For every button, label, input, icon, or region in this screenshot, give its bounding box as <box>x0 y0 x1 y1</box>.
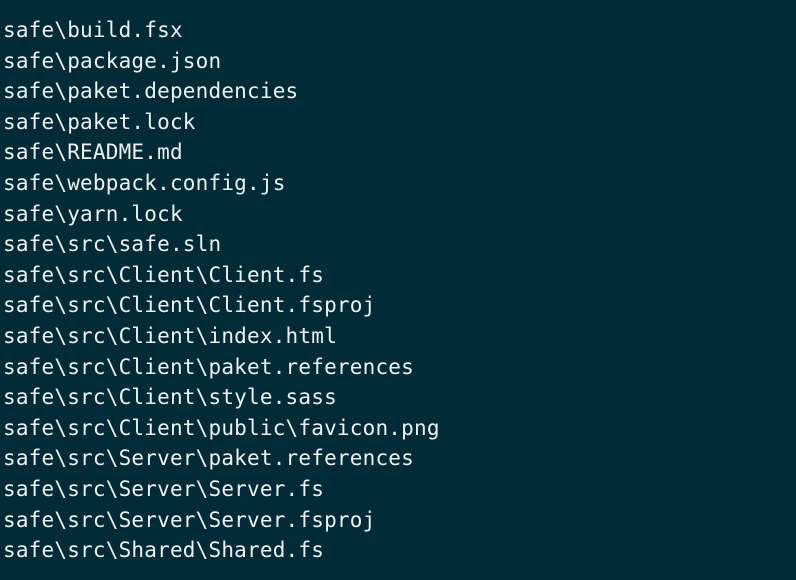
file-path-line: safe\src\Client\public\favicon.png <box>3 415 440 440</box>
file-path-line: safe\build.fsx <box>3 18 183 42</box>
file-path-line: safe\src\Client\Client.fsproj <box>3 293 376 318</box>
file-path-line: safe\src\Server\paket.references <box>3 446 414 471</box>
file-path-line: safe\yarn.lock <box>3 201 183 226</box>
terminal-window: safe\build.fsx safe\package.json safe\pa… <box>0 0 796 580</box>
file-path-line: safe\src\Server\Server.fs <box>3 476 325 501</box>
file-path-line: safe\package.json <box>3 48 222 73</box>
file-path-line: safe\src\Client\style.sass <box>3 385 337 410</box>
file-path-line: safe\src\safe.sln <box>3 232 222 257</box>
file-path-line: safe\paket.lock <box>3 109 196 134</box>
file-path-line: safe\paket.dependencies <box>3 79 299 104</box>
file-path-line: safe\src\Client\index.html <box>3 323 337 348</box>
file-path-line: safe\src\Client\paket.references <box>3 354 414 379</box>
file-listing: safe\build.fsx safe\package.json safe\pa… <box>3 15 796 566</box>
file-path-line: safe\src\Shared\Shared.fs <box>3 538 325 563</box>
file-path-line: safe\webpack.config.js <box>3 170 286 195</box>
file-path-line: safe\src\Client\Client.fs <box>3 262 325 287</box>
file-path-line: safe\README.md <box>3 140 183 165</box>
file-path-line: safe\src\Server\Server.fsproj <box>3 507 376 532</box>
